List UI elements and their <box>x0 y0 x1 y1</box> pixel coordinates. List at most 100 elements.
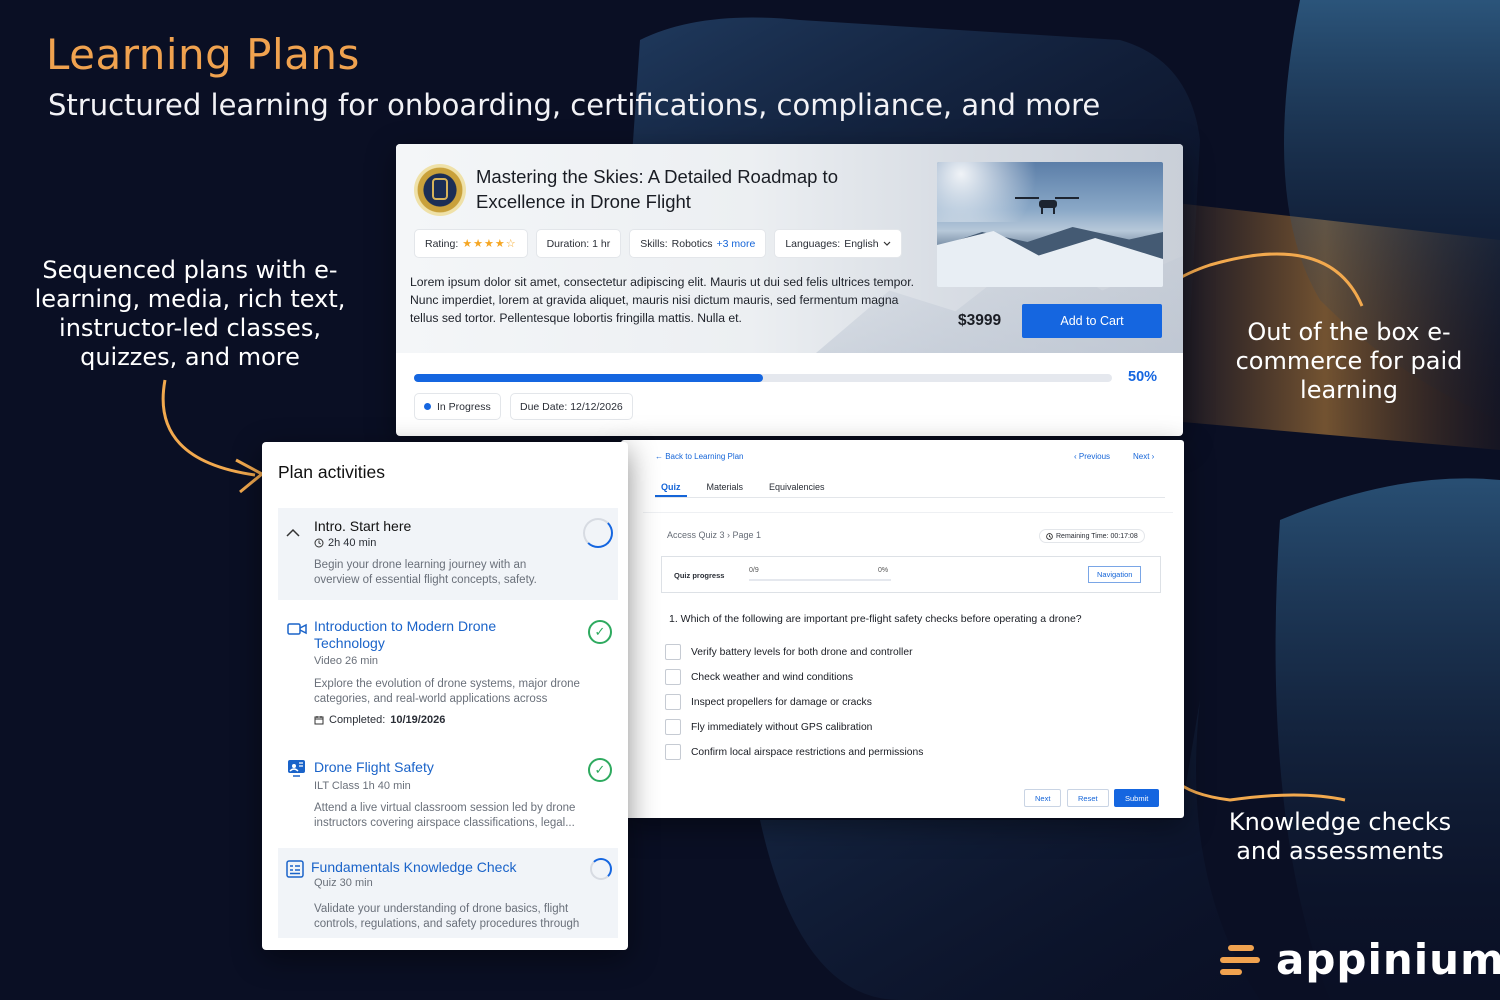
quiz-progress-label: Quiz progress <box>674 571 725 580</box>
tab-equivalencies[interactable]: Equivalencies <box>763 480 831 497</box>
status-dot-icon <box>424 403 431 410</box>
page-subtitle: Structured learning for onboarding, cert… <box>48 88 1101 122</box>
activity-item[interactable]: Introduction to Modern Drone Technology … <box>278 618 618 738</box>
answer-option-label: Fly immediately without GPS calibration <box>691 721 873 733</box>
course-price: $3999 <box>958 312 1002 329</box>
course-progress-fill <box>414 374 763 382</box>
navigation-button[interactable]: Navigation <box>1088 566 1142 583</box>
skills-value: Robotics <box>671 237 713 250</box>
next-label: Next <box>1133 452 1150 461</box>
quiz-icon <box>286 860 304 878</box>
submit-button[interactable]: Submit <box>1114 789 1160 807</box>
remaining-time-badge: Remaining Time: 00:17:08 <box>1039 529 1145 543</box>
activity-description: Begin your drone learning journey with a… <box>314 559 537 586</box>
add-to-cart-button[interactable]: Add to Cart <box>1022 304 1162 338</box>
previous-label: Previous <box>1078 452 1111 461</box>
appinium-logo-icon <box>1218 943 1262 977</box>
clock-icon <box>314 538 324 548</box>
completed-check-icon: ✓ <box>588 758 612 782</box>
skills-label: Skills: <box>640 237 668 250</box>
certificate-badge-icon <box>414 164 466 216</box>
course-progress-percent: 50% <box>1128 369 1158 385</box>
completed-info: Completed: 10/19/2026 <box>314 714 445 726</box>
reset-button[interactable]: Reset <box>1067 789 1109 807</box>
answer-option-label: Inspect propellers for damage or cracks <box>691 696 872 708</box>
answer-option[interactable]: Check weather and wind conditions <box>665 669 853 685</box>
activity-meta: Video 26 min <box>314 655 379 667</box>
classroom-icon <box>288 760 305 777</box>
rating-label: Rating: <box>425 237 459 250</box>
tab-materials[interactable]: Materials <box>701 480 750 497</box>
answer-option[interactable]: Fly immediately without GPS calibration <box>665 719 872 735</box>
activity-title: Intro. Start here <box>314 518 412 534</box>
brand-logo: appinium <box>1218 935 1500 984</box>
plan-activities-title: Plan activities <box>278 462 385 482</box>
completed-date: 10/19/2026 <box>390 714 446 726</box>
quiz-tabs: Quiz Materials Equivalencies <box>655 480 1165 498</box>
checkbox[interactable] <box>665 644 681 660</box>
activity-description: Attend a live virtual classroom session … <box>314 802 576 829</box>
activity-description: Explore the evolution of drone systems, … <box>314 678 580 705</box>
languages-dropdown[interactable]: Languages: English <box>774 229 902 258</box>
checkbox[interactable] <box>665 694 681 710</box>
activity-description: Validate your understanding of drone bas… <box>314 903 580 930</box>
rating-chip: Rating: ★★★★☆ <box>414 229 528 258</box>
plan-activities-panel: Plan activities Intro. Start here 2h 40 … <box>262 442 628 950</box>
activity-item[interactable]: Intro. Start here 2h 40 min Begin your d… <box>278 508 618 600</box>
breadcrumb: Access Quiz 3 › Page 1 <box>667 530 762 540</box>
callout-sequenced-plans: Sequenced plans with e-learning, media, … <box>34 256 346 371</box>
quiz-panel: ← Back to Learning Plan ‹ Previous Next … <box>621 440 1184 818</box>
checkbox[interactable] <box>665 744 681 760</box>
status-label: In Progress <box>437 400 491 413</box>
activity-item[interactable]: Fundamentals Knowledge Check Quiz 30 min… <box>278 848 618 938</box>
next-button[interactable]: Next <box>1024 789 1062 807</box>
skills-more-link[interactable]: +3 more <box>717 238 756 250</box>
chevron-up-icon[interactable] <box>286 528 300 537</box>
brand-name: appinium <box>1276 935 1500 984</box>
answer-option[interactable]: Confirm local airspace restrictions and … <box>665 744 923 760</box>
tab-quiz[interactable]: Quiz <box>655 480 687 497</box>
next-link[interactable]: Next › <box>1133 452 1154 461</box>
activity-title[interactable]: Introduction to Modern Drone Technology <box>314 618 544 652</box>
activity-duration: 2h 40 min <box>314 537 376 549</box>
activity-title[interactable]: Drone Flight Safety <box>314 759 434 775</box>
answer-option[interactable]: Inspect propellers for damage or cracks <box>665 694 872 710</box>
clock-icon <box>1046 532 1053 540</box>
callout-knowledge-checks: Knowledge checks and assessments <box>1228 808 1452 865</box>
activity-meta: ILT Class 1h 40 min <box>314 780 411 792</box>
quiz-progress-fraction: 0/9 <box>749 567 759 574</box>
course-attributes: Rating: ★★★★☆ Duration: 1 hr Skills: Rob… <box>414 229 902 258</box>
in-progress-icon <box>590 858 612 880</box>
star-rating-icon: ★★★★☆ <box>462 238 517 250</box>
activity-item[interactable]: Drone Flight Safety ILT Class 1h 40 min … <box>278 758 618 838</box>
checkbox[interactable] <box>665 669 681 685</box>
quiz-content: Access Quiz 3 › Page 1 Remaining Time: 0… <box>643 512 1173 798</box>
duration-chip: Duration: 1 hr <box>535 229 622 258</box>
activity-title[interactable]: Fundamentals Knowledge Check <box>311 859 516 875</box>
drone-icon <box>1015 194 1079 214</box>
course-title: Mastering the Skies: A Detailed Roadmap … <box>476 166 838 212</box>
answer-option-label: Check weather and wind conditions <box>691 671 853 683</box>
due-date-badge: Due Date: 12/12/2026 <box>510 393 633 420</box>
languages-value: English <box>844 237 879 250</box>
question-text: 1. Which of the following are important … <box>669 613 1082 625</box>
previous-link[interactable]: ‹ Previous <box>1074 452 1110 461</box>
activity-meta: Quiz 30 min <box>314 877 373 889</box>
video-icon <box>287 623 307 635</box>
chevron-down-icon <box>883 241 891 246</box>
page-title: Learning Plans <box>46 30 360 79</box>
answer-option-label: Verify battery levels for both drone and… <box>691 646 913 658</box>
quiz-progress-box: Quiz progress 0/9 0% Navigation <box>661 556 1161 593</box>
completed-check-icon: ✓ <box>588 620 612 644</box>
quiz-progress-percent: 0% <box>878 567 889 574</box>
calendar-icon <box>314 716 324 725</box>
quiz-progress-bar <box>749 579 891 581</box>
back-to-plan-link[interactable]: ← Back to Learning Plan <box>655 452 744 461</box>
answer-option[interactable]: Verify battery levels for both drone and… <box>665 644 913 660</box>
callout-ecommerce: Out of the box e-commerce for paid learn… <box>1235 318 1463 404</box>
drone-image <box>937 162 1163 287</box>
checkbox[interactable] <box>665 719 681 735</box>
course-progress-bar <box>414 374 1112 382</box>
status-badge: In Progress <box>414 393 501 420</box>
course-description: Lorem ipsum dolor sit amet, consectetur … <box>410 275 914 326</box>
